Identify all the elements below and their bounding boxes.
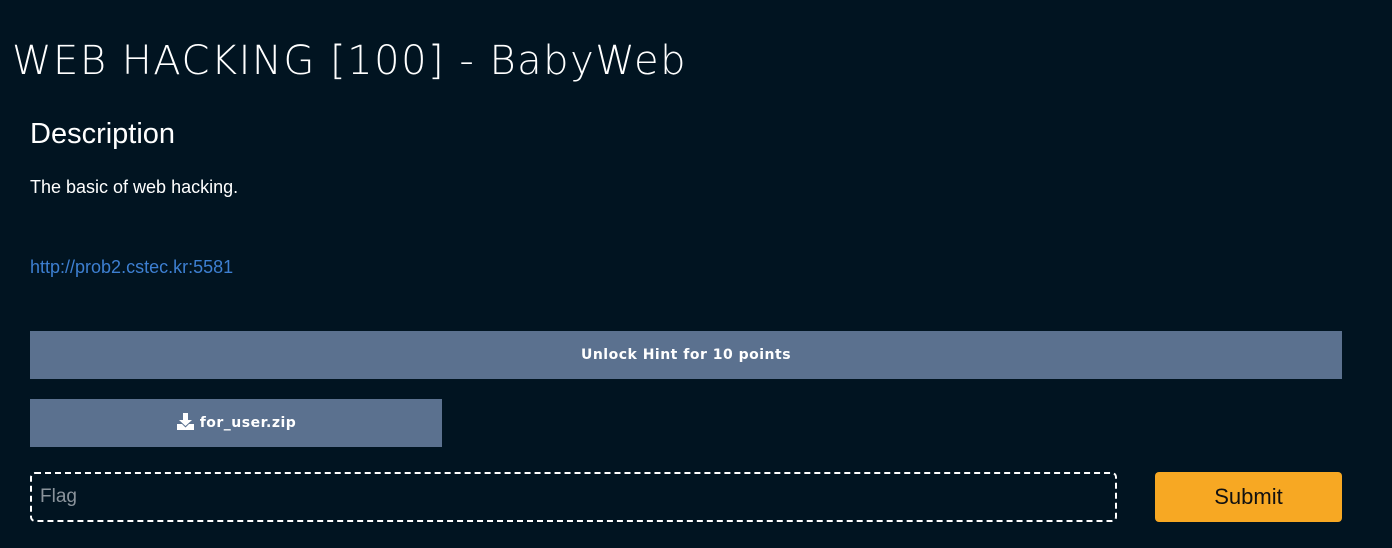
submit-button[interactable]: Submit <box>1155 472 1342 522</box>
challenge-title: WEB HACKING [100] - BabyWeb <box>12 38 687 84</box>
description-heading: Description <box>30 118 176 150</box>
description-text: The basic of web hacking. <box>30 177 239 197</box>
download-file-button[interactable]: for_user.zip <box>30 399 442 447</box>
unlock-hint-label: Unlock Hint for 10 points <box>580 347 792 363</box>
unlock-hint-button[interactable]: Unlock Hint for 10 points <box>30 331 1342 379</box>
flag-input[interactable] <box>30 472 1117 522</box>
challenge-link[interactable]: http://prob2.cstec.kr:5581 <box>30 255 233 279</box>
file-name: for_user.zip <box>199 415 297 431</box>
download-icon <box>176 412 195 431</box>
